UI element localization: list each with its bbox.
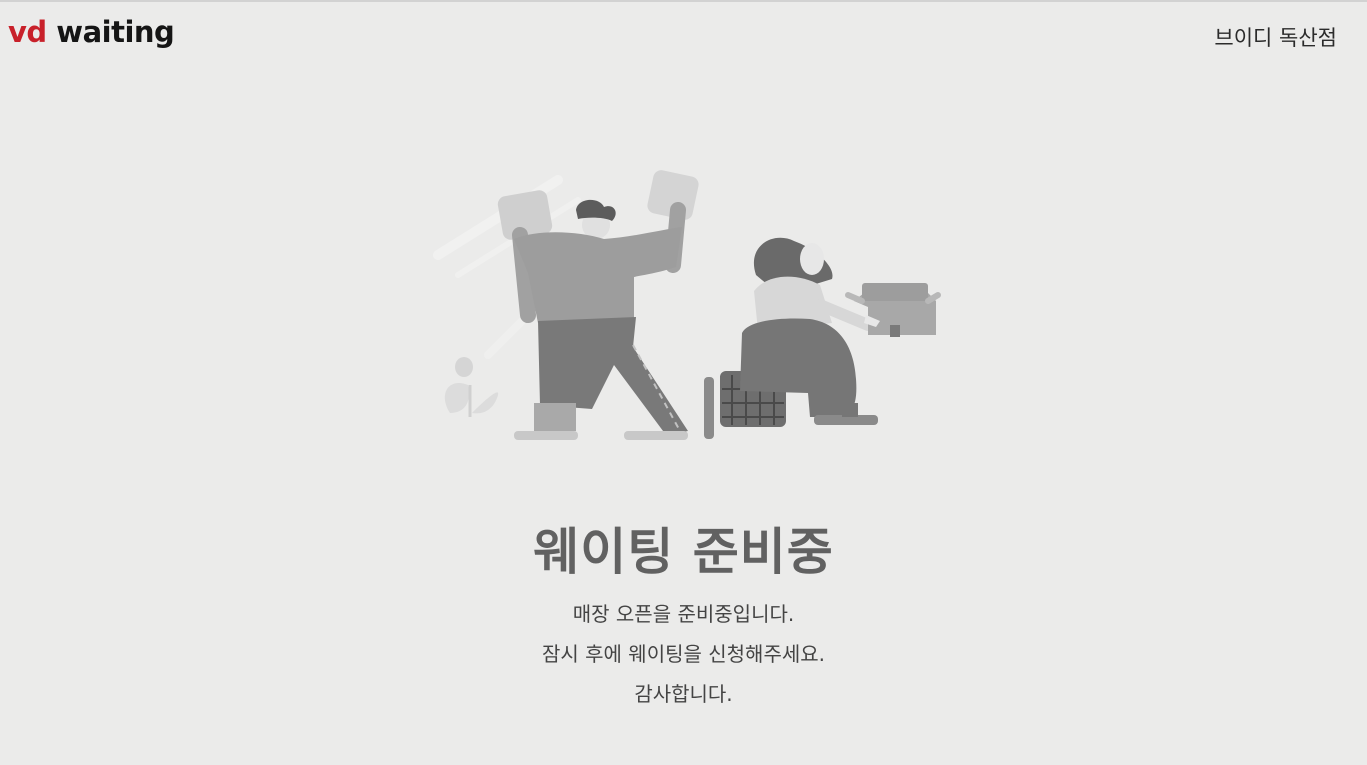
store-name: 브이디 독산점 <box>1214 26 1337 50</box>
message-line-3: 감사합니다. <box>634 682 733 706</box>
sitting-woman-icon <box>704 237 878 439</box>
message-line-1: 매장 오픈을 준비중입니다. <box>572 602 795 626</box>
pot-icon <box>845 283 941 337</box>
page-title: 웨이팅 준비중 <box>533 523 834 581</box>
status-message: 매장 오픈을 준비중입니다. 잠시 후에 웨이팅을 신청해주세요. 감사합니다. <box>0 598 1367 718</box>
plant-icon <box>444 357 499 417</box>
message-line-2: 잠시 후에 웨이팅을 신청해주세요. <box>541 642 826 666</box>
header: vd waiting 브이디 독산점 <box>0 0 1367 70</box>
people-preparing-illustration <box>428 155 948 455</box>
logo-waiting: waiting <box>56 15 175 49</box>
logo[interactable]: vd waiting <box>8 12 175 52</box>
logo-vd: vd <box>8 15 47 49</box>
dancing-man-icon <box>497 170 699 440</box>
